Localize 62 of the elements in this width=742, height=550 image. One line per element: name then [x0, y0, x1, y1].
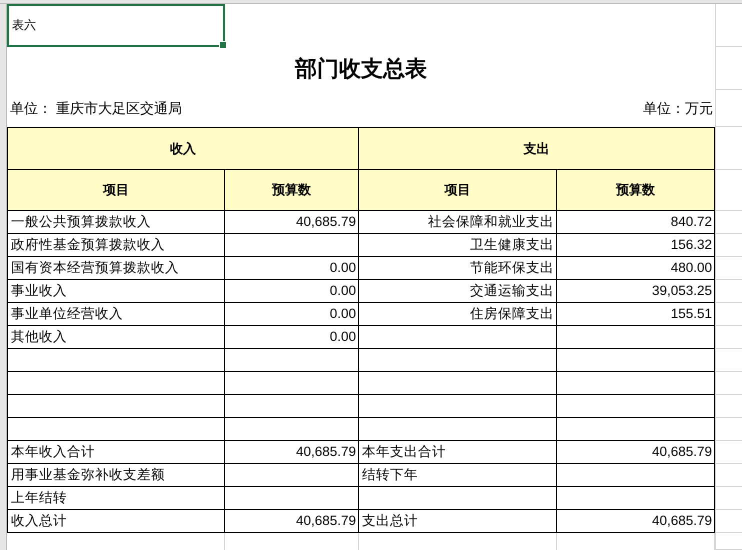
table-cell: 其他收入 [7, 326, 225, 349]
table-cell: 0.00 [225, 280, 359, 303]
table-cell: 39,053.25 [557, 280, 715, 303]
grid-cell [715, 211, 742, 234]
table-header: 支出 [359, 127, 715, 170]
grid-cell [715, 90, 742, 127]
table-cell: 卫生健康支出 [359, 234, 557, 257]
grid-cell [715, 280, 742, 303]
table-cell: 156.32 [557, 234, 715, 257]
table-cell: 事业收入 [7, 280, 225, 303]
table-cell: 一般公共预算拨款收入 [7, 211, 225, 234]
table-cell: 840.72 [557, 211, 715, 234]
grid-cell [715, 4, 742, 47]
table-cell: 155.51 [557, 303, 715, 326]
table-cell: 0.00 [225, 257, 359, 280]
table-header: 收入 [7, 127, 359, 170]
grid-cell [715, 326, 742, 349]
table-cell: 本年收入合计 [7, 441, 225, 464]
table-cell: 收入总计 [7, 510, 225, 533]
table-cell: 社会保障和就业支出 [359, 211, 557, 234]
table-cell[interactable]: 表六 [7, 4, 225, 47]
table-cell: 节能环保支出 [359, 257, 557, 280]
grid-cell [715, 533, 742, 550]
table-cell: 政府性基金预算拨款收入 [7, 234, 225, 257]
table-cell: 国有资本经营预算拨款收入 [7, 257, 225, 280]
table-cell: 0.00 [225, 303, 359, 326]
grid-cell [715, 257, 742, 280]
grid-cell [715, 234, 742, 257]
table-cell: 480.00 [557, 257, 715, 280]
table-cell: 事业单位经营收入 [7, 303, 225, 326]
grid-cell [715, 303, 742, 326]
table-header: 项目 [359, 170, 557, 211]
unit-text: 单位： 重庆市大足区交通局 [10, 100, 182, 118]
grid-cell [715, 349, 742, 372]
table-cell: 40,685.79 [557, 510, 715, 533]
table-cell: 支出总计 [359, 510, 557, 533]
grid-cell [715, 170, 742, 211]
table-cell: 结转下年 [359, 464, 557, 487]
sheet-title: 部门收支总表 [295, 54, 427, 82]
table-cell: 40,685.79 [557, 441, 715, 464]
grid-cell [715, 372, 742, 395]
table-cell: 40,685.79 [225, 510, 359, 533]
grid-cell [715, 47, 742, 90]
grid-cell [715, 510, 742, 533]
table-cell: 40,685.79 [225, 211, 359, 234]
table-cell: 用事业基金弥补收支差额 [7, 464, 225, 487]
grid-cell [715, 464, 742, 487]
table-cell: 0.00 [225, 326, 359, 349]
grid-cell [715, 127, 742, 170]
table-cell: 交通运输支出 [359, 280, 557, 303]
table-header: 预算数 [557, 170, 715, 211]
grid-cell [715, 418, 742, 441]
table-header: 项目 [7, 170, 225, 211]
table-header: 预算数 [225, 170, 359, 211]
table-cell: 40,685.79 [225, 441, 359, 464]
table-cell: 上年结转 [7, 487, 225, 510]
grid-cell [715, 487, 742, 510]
grid-cell [715, 395, 742, 418]
unit-text: 单位：万元 [643, 100, 713, 118]
table-cell: 住房保障支出 [359, 303, 557, 326]
grid-cell [715, 441, 742, 464]
table-cell: 本年支出合计 [359, 441, 557, 464]
